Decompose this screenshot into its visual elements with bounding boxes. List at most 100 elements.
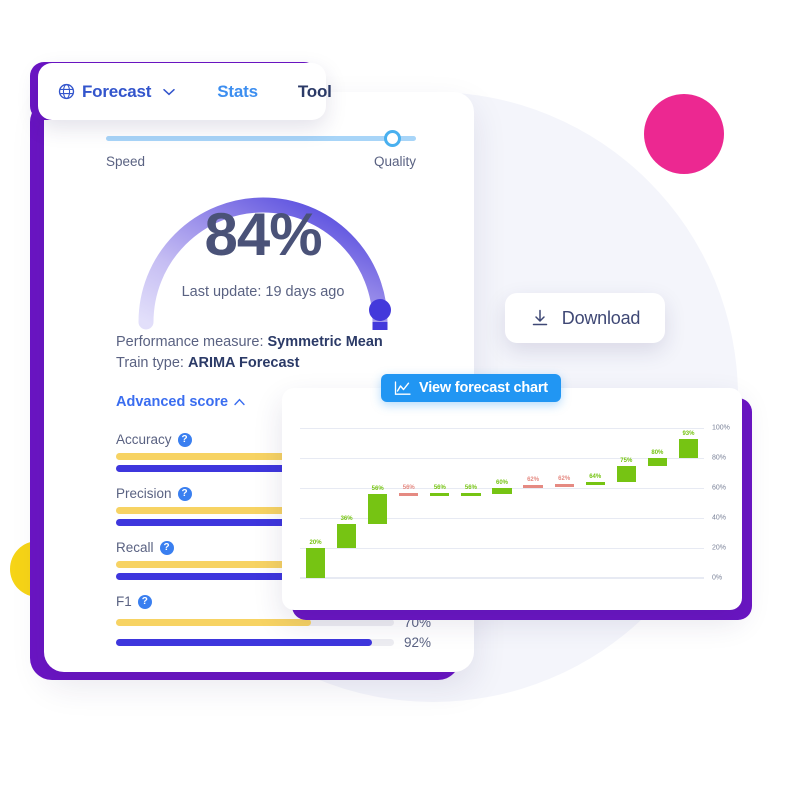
metric-bar-fill-yellow: [116, 619, 311, 626]
slider-label-quality: Quality: [373, 154, 416, 169]
waterfall-bar-rect: [368, 494, 388, 524]
waterfall-chart: 0% 20% 40% 60% 80% 100% 20% 36% 56% 56% 56% 56% 60% 6…: [300, 425, 730, 582]
waterfall-bar: 60%: [492, 480, 512, 494]
waterfall-bar-rect: [585, 482, 605, 485]
waterfall-bar-label: 80%: [651, 450, 664, 456]
waterfall-bar-label: 60%: [495, 480, 508, 486]
train-type-label: Train type:: [116, 355, 184, 371]
advanced-score-toggle[interactable]: Advanced score: [116, 394, 245, 410]
slider-track[interactable]: [106, 136, 416, 141]
waterfall-bar: 62%: [523, 477, 543, 488]
performance-measure-row: Performance measure: Symmetric Mean: [116, 332, 474, 353]
waterfall-bar-label: 62%: [527, 477, 540, 483]
view-forecast-chart-label: View forecast chart: [419, 380, 548, 396]
waterfall-bar-rect: [616, 465, 636, 482]
metric-bar-track-blue: [116, 639, 394, 646]
forecast-chart-card: 0% 20% 40% 60% 80% 100% 20% 36% 56% 56% 56% 56% 60% 6…: [282, 388, 742, 610]
waterfall-bar-rect: [554, 484, 574, 487]
metric-name: Recall: [116, 540, 154, 555]
waterfall-bar-rect: [678, 438, 699, 458]
line-chart-icon: [394, 380, 411, 395]
plot-frame: [300, 428, 704, 578]
waterfall-bar-label: 56%: [371, 486, 384, 492]
waterfall-bar-rect: [399, 493, 419, 496]
performance-measure-value: Symmetric Mean: [267, 334, 383, 350]
waterfall-bar: 20%: [305, 540, 326, 578]
chart-y-axis-tick: 60%: [712, 484, 727, 492]
nav-brand-label: Forecast: [82, 81, 152, 101]
waterfall-bar: 80%: [647, 450, 668, 466]
waterfall-bar-label: 62%: [558, 476, 571, 482]
advanced-score-label: Advanced score: [116, 394, 229, 410]
metric-bar-value-blue: 92%: [404, 635, 432, 650]
chart-gridline: [300, 578, 704, 579]
globe-icon: [58, 83, 75, 100]
slider-labels: Speed Quality: [106, 154, 416, 169]
waterfall-bar: 56%: [399, 485, 419, 496]
chart-gridline: [300, 548, 704, 549]
waterfall-bar-label: 75%: [620, 457, 633, 464]
nav-item-tool[interactable]: Tool: [298, 82, 332, 102]
gauge-last-update: Last update: 19 days ago: [181, 284, 345, 300]
nav-brand[interactable]: Forecast: [58, 81, 176, 102]
help-icon[interactable]: ?: [177, 432, 192, 447]
waterfall-bar-rect: [430, 493, 450, 496]
chart-gridline: [300, 428, 704, 429]
metric-name: Precision: [116, 486, 172, 501]
chart-y-axis-tick: 100%: [712, 424, 730, 432]
forecast-meta: Performance measure: Symmetric Mean Trai…: [116, 332, 474, 374]
performance-measure-label: Performance measure:: [116, 334, 264, 350]
train-type-value: ARIMA Forecast: [188, 355, 300, 371]
waterfall-bar-rect: [336, 524, 357, 548]
help-icon[interactable]: ?: [159, 540, 174, 555]
help-icon[interactable]: ?: [137, 594, 152, 609]
waterfall-bar: 56%: [461, 485, 481, 496]
chart-gridline: [300, 518, 704, 519]
view-forecast-chart-button[interactable]: View forecast chart: [381, 374, 561, 402]
waterfall-bar-rect: [461, 493, 481, 496]
waterfall-bar-label: 36%: [340, 516, 353, 522]
metric-bar-fill-blue: [116, 639, 372, 646]
waterfall-bar-rect: [523, 485, 543, 488]
waterfall-bar-label: 56%: [464, 485, 477, 491]
metric-name: F1: [116, 594, 132, 609]
waterfall-bar: 56%: [430, 485, 450, 496]
chart-y-axis-tick: 40%: [712, 514, 727, 522]
gauge-value: 84%: [204, 201, 322, 268]
train-type-row: Train type: ARIMA Forecast: [116, 353, 474, 374]
waterfall-bar: 93%: [678, 431, 699, 458]
waterfall-bar: 56%: [368, 486, 388, 524]
slider-label-speed: Speed: [106, 154, 146, 169]
screenshot-stage: Speed Quality 84% Last update: 19 days a…: [0, 0, 800, 790]
waterfall-bar-label: 93%: [682, 430, 695, 437]
waterfall-bar-label: 56%: [402, 485, 415, 491]
waterfall-bar: 75%: [616, 458, 636, 482]
chart-y-axis-tick: 0%: [712, 574, 723, 582]
chart-y-axis-tick: 20%: [712, 544, 727, 552]
waterfall-bar-rect: [647, 458, 668, 466]
metric-bar-track-yellow: [116, 619, 394, 626]
waterfall-bar-label: 20%: [309, 540, 322, 546]
download-button-label: Download: [561, 307, 641, 328]
waterfall-bar-label: 56%: [433, 485, 446, 491]
waterfall-bar: 36%: [336, 516, 357, 548]
metric-bar-row: 92%: [116, 635, 466, 650]
chart-y-axis-tick: 80%: [712, 454, 727, 462]
metric-name: Accuracy: [116, 432, 172, 447]
chevron-down-icon[interactable]: [163, 88, 176, 96]
nav-item-stats[interactable]: Stats: [217, 82, 258, 102]
waterfall-bar-label: 64%: [589, 474, 602, 480]
download-icon: [532, 309, 548, 326]
waterfall-bar: 64%: [585, 474, 605, 485]
quality-speed-slider[interactable]: [106, 130, 416, 147]
download-button[interactable]: Download: [505, 293, 665, 343]
chevron-up-icon: [234, 398, 245, 406]
chart-gridline: [300, 458, 704, 459]
slider-knob[interactable]: [384, 130, 402, 147]
waterfall-bar: 62%: [554, 476, 574, 487]
waterfall-bar-rect: [305, 548, 326, 578]
top-nav-pill: Forecast Stats Tool: [38, 63, 332, 120]
pink-dot-decoration: [644, 94, 724, 174]
waterfall-bar-rect: [492, 488, 512, 494]
help-icon[interactable]: ?: [177, 486, 192, 501]
